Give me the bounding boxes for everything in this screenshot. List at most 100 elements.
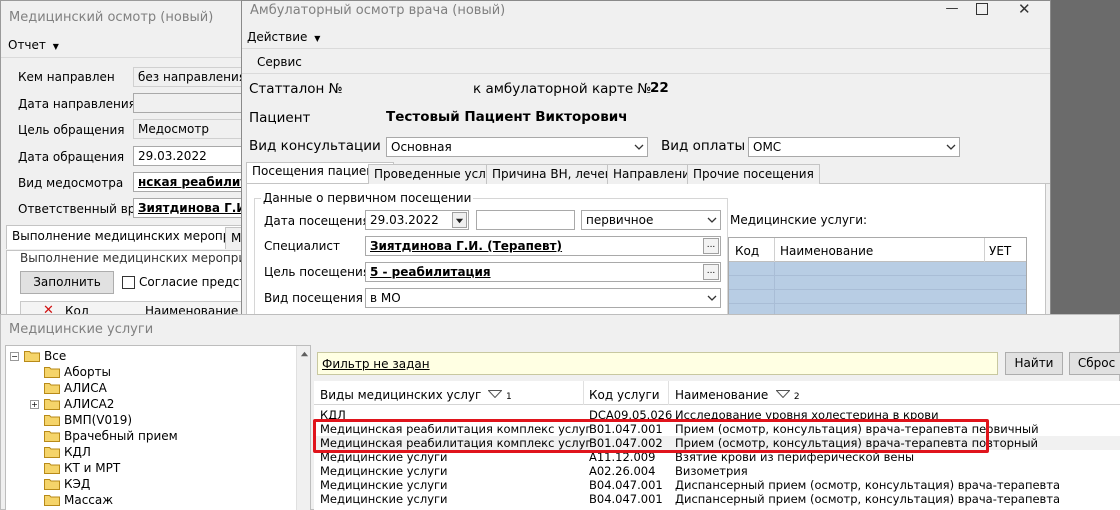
referral-date-field[interactable] — [133, 93, 253, 113]
action-menu[interactable]: Действие ▼ — [247, 30, 320, 44]
cell-service-type: Медицинские услуги — [320, 492, 448, 506]
chevron-down-icon — [707, 295, 717, 301]
tab-other-visits[interactable]: Прочие посещения — [687, 164, 820, 184]
tree-item[interactable]: КЭД — [44, 477, 90, 493]
visit-type-value: в МО — [370, 291, 401, 305]
cell-code: A02.26.004 — [589, 464, 656, 478]
tree-item[interactable]: Аборты — [44, 365, 111, 381]
calendar-dropdown-icon[interactable] — [452, 212, 467, 228]
services-catalog-title: Медицинские услуги — [9, 322, 154, 337]
tree-vertical-scrollbar[interactable] — [296, 346, 310, 510]
consultation-type-select[interactable]: Основная — [386, 137, 648, 157]
referral-date-label: Дата направления — [18, 97, 136, 111]
outpatient-exam-window: Амбулаторный осмотр врача (новый) — ✕ Де… — [241, 0, 1051, 324]
col-header-service-types[interactable]: Виды медицинских услуг 1 — [320, 388, 512, 402]
category-tree[interactable]: − Все Аборты АЛИСА + АЛИСА2 ВМП(V019) Вр… — [5, 345, 311, 510]
services-col-divider — [984, 238, 985, 262]
responsible-doctor-label: Ответственный врач — [18, 202, 150, 216]
tree-item-label: Аборты — [64, 365, 112, 379]
folder-icon — [44, 463, 60, 474]
minimize-button[interactable]: — — [932, 1, 972, 19]
visit-date-value: 29.03.2022 — [370, 213, 439, 227]
tree-item-label: КДЛ — [64, 445, 91, 459]
left-tab-strip: Выполнение медицинских мероприятий Ме — [6, 225, 275, 251]
responsible-doctor-field[interactable]: Зиятдинова Г.И. ( — [133, 198, 253, 218]
tree-expand-toggle[interactable]: + — [30, 400, 39, 409]
tree-item[interactable]: АЛИСА2 — [44, 397, 114, 413]
cell-code: B04.047.001 — [589, 478, 663, 492]
visit-purpose-lookup-button[interactable]: ... — [703, 264, 719, 280]
referred-by-field[interactable]: без направления — [133, 67, 253, 87]
specialist-field[interactable]: Зиятдинова Г.И. (Терапевт) ... — [365, 236, 721, 256]
tree-item[interactable]: Врачебный прием — [44, 429, 178, 445]
specialist-value: Зиятдинова Г.И. (Терапевт) — [370, 239, 563, 253]
card-number-label: к амбулаторной карте № — [473, 81, 652, 97]
visit-date-left-label: Дата обращения — [18, 150, 125, 164]
table-row[interactable]: Медицинские услуги A02.26.004 Визометрия — [314, 464, 1120, 478]
tree-item[interactable]: Массаж — [44, 493, 113, 509]
tree-root[interactable]: Все — [24, 349, 66, 365]
medical-services-grid[interactable]: Код Наименование УЕТ — [728, 237, 1027, 324]
tree-item[interactable]: КДЛ — [44, 445, 91, 461]
close-icon[interactable]: ✕ — [1018, 0, 1031, 18]
payment-type-select[interactable]: ОМС — [748, 137, 960, 157]
sort-order-1: 1 — [505, 392, 512, 402]
folder-icon — [44, 399, 60, 410]
table-row[interactable]: Медицинские услуги B04.047.001 Диспансер… — [314, 492, 1120, 506]
action-menu-label: Действие — [247, 30, 308, 44]
cell-service-type: Медицинские услуги — [320, 478, 448, 492]
folder-icon — [44, 367, 60, 378]
tree-item-label: ВМП(V019) — [64, 413, 133, 427]
services-col-code: Код — [735, 244, 760, 258]
header-divider — [668, 381, 669, 405]
patient-name: Тестовый Пациент Викторович — [386, 109, 628, 125]
cell-service-type: Медицинские услуги — [320, 464, 448, 478]
tree-item[interactable]: КТ и МРТ — [44, 461, 120, 477]
visit-goal-field[interactable]: Медосмотр — [133, 119, 253, 139]
header-divider — [583, 381, 584, 405]
tree-item[interactable]: АЛИСА — [44, 381, 107, 397]
consent-checkbox[interactable] — [122, 276, 135, 289]
tree-item-label: КЭД — [64, 477, 91, 491]
cell-name: Диспансерный прием (осмотр, консультация… — [675, 478, 1061, 492]
medical-exam-title: Медицинский осмотр (новый) — [9, 10, 214, 25]
fill-button[interactable]: Заполнить — [20, 271, 114, 294]
maximize-button[interactable] — [976, 3, 988, 15]
col-header-code[interactable]: Код услуги — [589, 388, 660, 402]
find-button[interactable]: Найти — [1005, 352, 1063, 375]
filter-bar[interactable]: Фильтр не задан — [317, 352, 998, 375]
tree-item-label: АЛИСА — [64, 381, 107, 395]
sort-order-2: 2 — [793, 392, 800, 402]
reset-button[interactable]: Сброс — [1069, 352, 1120, 375]
visit-time-field[interactable] — [476, 210, 575, 230]
col-header-name-label: Наименование — [675, 388, 769, 402]
specialist-lookup-button[interactable]: ... — [703, 238, 719, 254]
tree-item-label: АЛИСА2 — [64, 397, 115, 411]
visit-date-label: Дата посещения — [264, 214, 370, 228]
visit-purpose-field[interactable]: 5 - реабилитация ... — [365, 262, 721, 282]
visit-date-picker[interactable]: 29.03.2022 — [365, 210, 469, 230]
exam-type-label: Вид медосмотра — [18, 176, 124, 190]
execution-group-title: Выполнение медицинских мероприятий — [20, 251, 277, 265]
chevron-down-icon — [634, 144, 644, 150]
visit-goal-label: Цель обращения — [18, 123, 125, 137]
folder-icon — [44, 479, 60, 490]
sort-down-icon — [487, 390, 503, 399]
service-menu[interactable]: Сервис — [257, 55, 302, 69]
caret-down-icon: ▼ — [52, 42, 59, 51]
payment-type-value: ОМС — [753, 140, 782, 154]
payment-type-label: Вид оплаты — [661, 138, 746, 154]
visit-date-left-field[interactable]: 29.03.2022 — [133, 146, 253, 166]
scroll-up-arrow-icon[interactable] — [300, 350, 309, 359]
folder-icon — [44, 431, 60, 442]
folder-icon — [44, 447, 60, 458]
exam-type-field[interactable]: нская реабилитац — [133, 172, 253, 192]
tree-item[interactable]: ВМП(V019) — [44, 413, 132, 429]
report-menu[interactable]: Отчет ▼ — [8, 38, 59, 52]
main-tab-strip: Посещения пациента Проведенные услуги Пр… — [246, 162, 1050, 184]
table-row[interactable]: Медицинские услуги B04.047.001 Диспансер… — [314, 478, 1120, 492]
col-header-name[interactable]: Наименование 2 — [675, 388, 800, 402]
visit-kind-select[interactable]: первичное — [581, 210, 721, 230]
tree-collapse-toggle[interactable]: − — [10, 352, 19, 361]
visit-type-select[interactable]: в МО — [365, 288, 721, 308]
